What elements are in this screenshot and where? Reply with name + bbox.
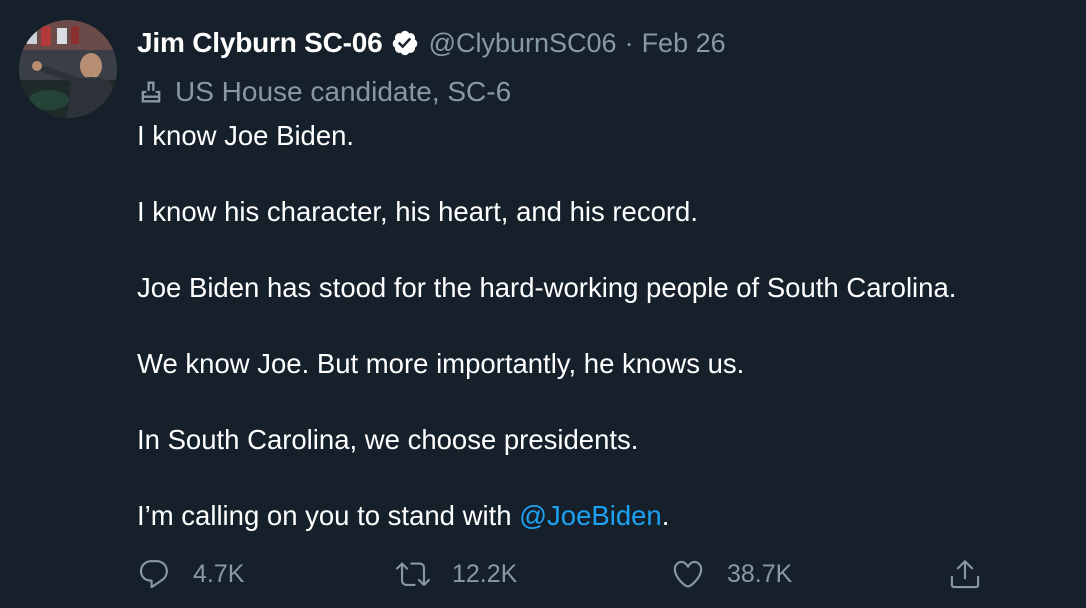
tweet-text-line-6-prefix: I’m calling on you to stand with (137, 500, 520, 531)
share-icon (950, 560, 980, 589)
tweet-date[interactable]: Feb 26 (642, 28, 726, 59)
share-button[interactable] (948, 552, 982, 596)
tweet-text-line-4: We know Joe. But more importantly, he kn… (137, 348, 745, 379)
retweet-count: 12.2K (452, 559, 518, 588)
tweet-text-line-3: Joe Biden has stood for the hard-working… (137, 272, 957, 303)
avatar-photo (19, 20, 117, 118)
mention-link[interactable]: @JoeBiden (519, 500, 662, 531)
avatar[interactable] (19, 20, 117, 118)
like-button[interactable]: 38.7K (671, 552, 792, 596)
reply-count: 4.7K (193, 559, 245, 588)
tweet-text-line-6: I’m calling on you to stand with @JoeBid… (137, 500, 669, 532)
tweet-text-line-5: In South Carolina, we choose presidents. (137, 424, 639, 455)
separator-dot: · (624, 27, 634, 58)
retweet-icon (396, 562, 430, 586)
retweet-button[interactable]: 12.2K (396, 552, 517, 596)
tweet-text-line-1: I know Joe Biden. (137, 120, 355, 151)
reply-icon (139, 560, 168, 589)
reply-button[interactable]: 4.7K (137, 552, 244, 596)
verified-badge-icon (391, 29, 419, 57)
tweet-actions: 4.7K 12.2K 38.7K (0, 552, 1086, 596)
label-text: US House candidate, SC-6 (175, 76, 512, 107)
tweet-card[interactable]: Jim Clyburn SC-06 @ClyburnSC06 · Feb 26 … (0, 0, 1086, 608)
user-handle[interactable]: @ClyburnSC06 (429, 28, 617, 59)
like-count: 38.7K (727, 559, 793, 588)
tweet-header: Jim Clyburn SC-06 @ClyburnSC06 · Feb 26 (137, 22, 726, 64)
government-label: US House candidate, SC-6 (137, 72, 511, 112)
tweet-text-line-6-suffix: . (661, 500, 670, 531)
display-name[interactable]: Jim Clyburn SC-06 (137, 27, 383, 59)
tweet-text-line-2: I know his character, his heart, and his… (137, 196, 698, 227)
ballot-box-icon (141, 81, 161, 103)
heart-icon (673, 560, 703, 588)
